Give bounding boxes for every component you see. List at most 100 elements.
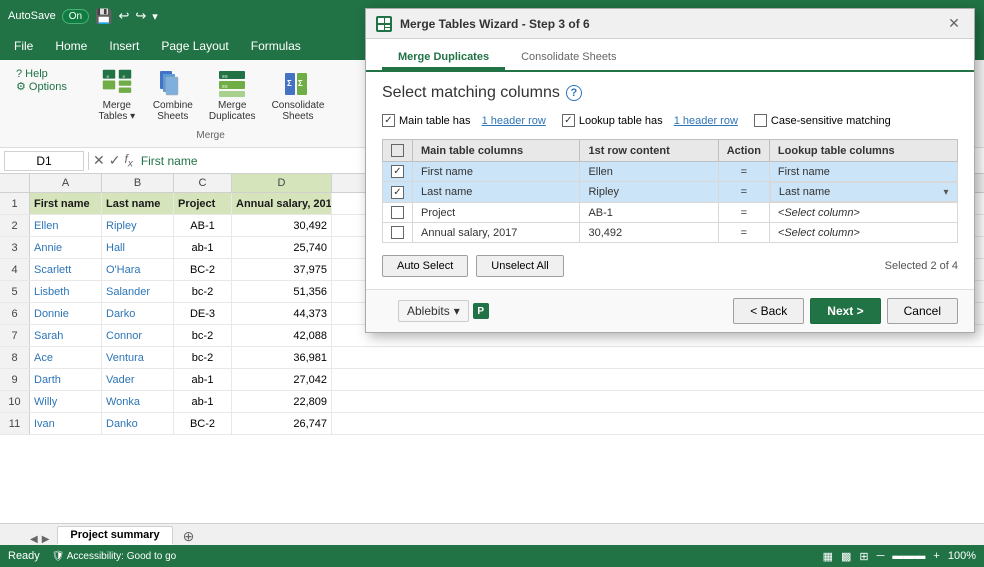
cell-b10[interactable]: Wonka [102,391,174,412]
col-header-d[interactable]: D [232,174,332,192]
cell-d9[interactable]: 27,042 [232,369,332,390]
row4-lookup-col[interactable]: <Select column> [769,223,957,243]
select-all-checkbox[interactable] [391,144,404,157]
row3-lookup-col[interactable]: <Select column> [769,203,957,223]
cell-a9[interactable]: Darth [30,369,102,390]
cell-a5[interactable]: Lisbeth [30,281,102,302]
cell-d7[interactable]: 42,088 [232,325,332,346]
lookup-header-cb[interactable]: ✓ [562,114,575,127]
row2-main-col[interactable]: Last name [413,182,580,203]
view-layout-icon[interactable]: ▩ [841,550,851,563]
combine-sheets-button[interactable]: CombineSheets [147,64,199,126]
zoom-out-icon[interactable]: ─ [877,550,885,562]
cell-c7[interactable]: bc-2 [174,325,232,346]
options-button[interactable]: ⚙ Options [16,80,67,93]
consolidate-sheets-button[interactable]: Σ Σ ConsolidateSheets [266,64,331,126]
formula-insert-icon[interactable]: fx [124,152,132,169]
formula-cancel-icon[interactable]: ✕ [93,152,105,169]
redo-icon[interactable]: ↪ [135,8,146,24]
cell-c6[interactable]: DE-3 [174,303,232,324]
cell-d6[interactable]: 44,373 [232,303,332,324]
cell-d8[interactable]: 36,981 [232,347,332,368]
row1-main-col[interactable]: First name [413,162,580,182]
cell-b8[interactable]: Ventura [102,347,174,368]
auto-select-button[interactable]: Auto Select [382,255,468,277]
cell-d1[interactable]: Annual salary, 2017 [232,193,332,214]
main-table-header-checkbox[interactable]: ✓ Main table has 1 header row [382,114,546,127]
merge-duplicates-button[interactable]: ≡≡ ≡≡ MergeDuplicates [203,64,262,126]
lookup-header-link[interactable]: 1 header row [674,115,738,127]
menu-file[interactable]: File [4,35,43,57]
menu-page-layout[interactable]: Page Layout [151,35,238,57]
cell-a10[interactable]: Willy [30,391,102,412]
row4-checkbox[interactable] [391,226,404,239]
add-sheet-icon[interactable]: ⊕ [179,528,199,545]
cell-b2[interactable]: Ripley [102,215,174,236]
view-normal-icon[interactable]: ▦ [823,550,833,563]
cell-c2[interactable]: AB-1 [174,215,232,236]
name-box[interactable] [4,151,84,171]
case-sensitive-cb[interactable] [754,114,767,127]
cell-c10[interactable]: ab-1 [174,391,232,412]
cell-a1[interactable]: First name [30,193,102,214]
cell-d2[interactable]: 30,492 [232,215,332,236]
unselect-all-button[interactable]: Unselect All [476,255,563,277]
next-button[interactable]: Next > [810,298,880,324]
zoom-in-icon[interactable]: + [933,550,939,562]
help-button[interactable]: ? Help [16,68,67,80]
row1-lookup-col[interactable]: First name [769,162,957,182]
menu-formulas[interactable]: Formulas [241,35,311,57]
cell-b4[interactable]: O'Hara [102,259,174,280]
cell-a6[interactable]: Donnie [30,303,102,324]
row3-main-col[interactable]: Project [413,203,580,223]
cell-a7[interactable]: Sarah [30,325,102,346]
cell-c9[interactable]: ab-1 [174,369,232,390]
autosave-toggle[interactable]: On [62,9,89,24]
cell-c11[interactable]: BC-2 [174,413,232,434]
lookup-table-header-checkbox[interactable]: ✓ Lookup table has 1 header row [562,114,738,127]
cell-a8[interactable]: Ace [30,347,102,368]
formula-confirm-icon[interactable]: ✓ [109,152,121,169]
cell-b9[interactable]: Vader [102,369,174,390]
cell-c8[interactable]: bc-2 [174,347,232,368]
col-header-b[interactable]: B [102,174,174,192]
row3-checkbox[interactable] [391,206,404,219]
col-header-a[interactable]: A [30,174,102,192]
cell-c1[interactable]: Project [174,193,232,214]
row2-lookup-col[interactable]: Last name ▾ [770,182,958,202]
main-header-cb[interactable]: ✓ [382,114,395,127]
cell-d3[interactable]: 25,740 [232,237,332,258]
cell-b1[interactable]: Last name [102,193,174,214]
row1-checkbox[interactable]: ✓ [391,165,404,178]
next-sheet-icon[interactable]: ▶ [42,534,50,545]
row4-main-col[interactable]: Annual salary, 2017 [413,223,580,243]
cell-c3[interactable]: ab-1 [174,237,232,258]
cell-a3[interactable]: Annie [30,237,102,258]
cell-b11[interactable]: Danko [102,413,174,434]
cell-d10[interactable]: 22,809 [232,391,332,412]
menu-home[interactable]: Home [45,35,97,57]
main-header-link[interactable]: 1 header row [482,115,546,127]
menu-insert[interactable]: Insert [99,35,149,57]
cell-b7[interactable]: Connor [102,325,174,346]
cell-d4[interactable]: 37,975 [232,259,332,280]
col-header-c[interactable]: C [174,174,232,192]
ablebits-button[interactable]: Ablebits ▾ [398,300,469,322]
row2-dropdown-icon[interactable]: ▾ [943,187,948,198]
cell-c5[interactable]: bc-2 [174,281,232,302]
zoom-slider[interactable]: ▬▬▬ [892,550,925,562]
cancel-button[interactable]: Cancel [887,298,958,324]
tab-consolidate-sheets[interactable]: Consolidate Sheets [505,47,632,70]
cell-b6[interactable]: Darko [102,303,174,324]
row2-checkbox[interactable]: ✓ [391,186,404,199]
back-button[interactable]: < Back [733,298,804,324]
dialog-close-button[interactable]: ✕ [944,14,964,34]
cell-c4[interactable]: BC-2 [174,259,232,280]
tab-merge-duplicates[interactable]: Merge Duplicates [382,47,505,70]
cell-d11[interactable]: 26,747 [232,413,332,434]
cell-a11[interactable]: Ivan [30,413,102,434]
cell-b5[interactable]: Salander [102,281,174,302]
heading-help-icon[interactable]: ? [566,85,582,101]
cell-a2[interactable]: Ellen [30,215,102,236]
cell-d5[interactable]: 51,356 [232,281,332,302]
